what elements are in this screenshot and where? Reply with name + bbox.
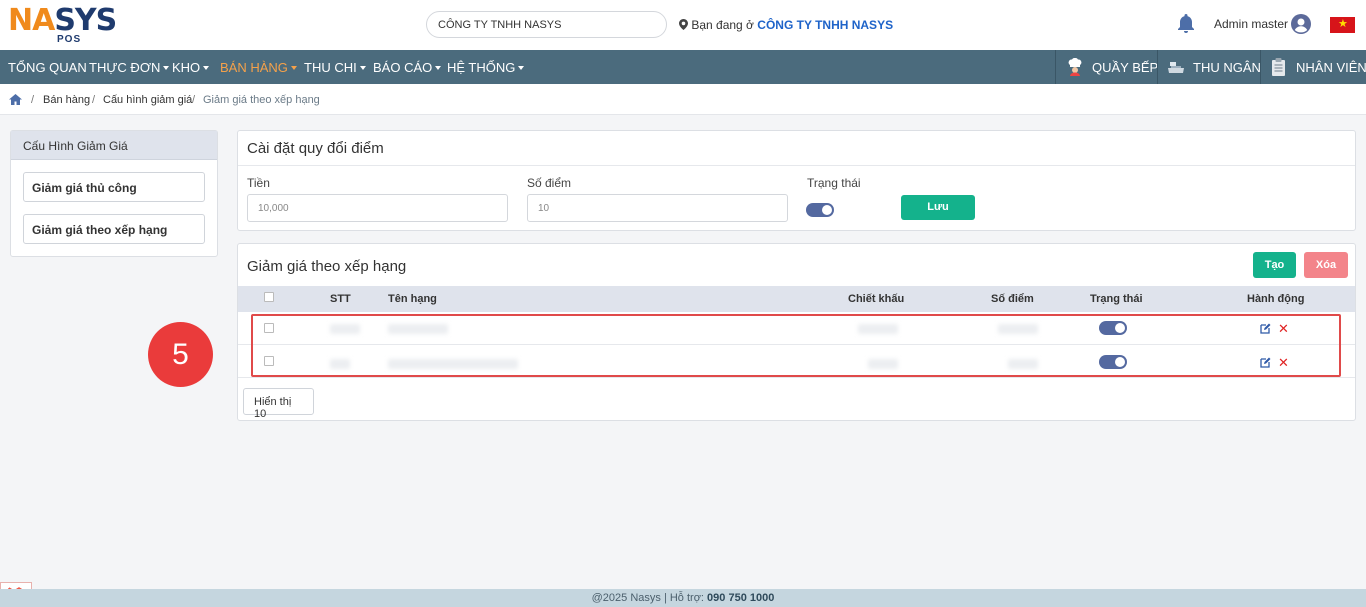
rank-table-header: STT Tên hạng Chiết khấu Số điểm Trạng th… bbox=[238, 286, 1355, 312]
nav-bao-cao-label: BÁO CÁO bbox=[373, 60, 433, 75]
page-size-button[interactable]: Hiển thị 10 bbox=[243, 388, 314, 420]
main-nav: TỔNG QUAN THỰC ĐƠN KHO BÁN HÀNG THU CHI … bbox=[0, 50, 1366, 84]
breadcrumb: / Bán hàng / Cấu hình giảm giá / Giảm gi… bbox=[0, 84, 1366, 115]
support-phone[interactable]: 090 750 1000 bbox=[707, 592, 774, 604]
nav-quay-bep[interactable]: QUẦY BẾP bbox=[1055, 50, 1159, 84]
top-header: NASYS POS CÔNG TY TNHH NASYS Bạn đang ở … bbox=[0, 0, 1366, 50]
points-status-toggle[interactable] bbox=[806, 203, 834, 217]
caret-down-icon bbox=[359, 66, 366, 70]
current-location: Bạn đang ở CÔNG TY TNHH NASYS bbox=[679, 18, 893, 32]
nav-ban-hang-label: BÁN HÀNG bbox=[220, 60, 288, 75]
delete-button[interactable]: Xóa bbox=[1304, 252, 1348, 278]
nav-quay-bep-label: QUẦY BẾP bbox=[1092, 60, 1159, 75]
company-select[interactable]: CÔNG TY TNHH NASYS bbox=[426, 11, 667, 38]
nav-kho-label: KHO bbox=[172, 60, 201, 75]
points-label: Số điểm bbox=[527, 176, 572, 190]
cashier-icon bbox=[1168, 62, 1184, 73]
col-stt: STT bbox=[330, 293, 351, 305]
col-status: Trạng thái bbox=[1090, 293, 1143, 305]
nav-thu-chi-label: THU CHI bbox=[304, 60, 357, 75]
money-label: Tiền bbox=[247, 176, 270, 190]
location-prefix: Bạn đang ở bbox=[691, 18, 754, 32]
nav-thuc-don-label: THỰC ĐƠN bbox=[89, 60, 161, 75]
create-button[interactable]: Tạo bbox=[1253, 252, 1296, 278]
caret-down-icon bbox=[163, 66, 170, 70]
nav-nhan-vien-label: NHÂN VIÊN bbox=[1296, 60, 1366, 75]
bell-icon[interactable] bbox=[1177, 14, 1195, 34]
caret-down-icon bbox=[518, 66, 525, 70]
col-actions: Hành động bbox=[1247, 293, 1305, 305]
logo-part1: NA bbox=[8, 3, 55, 38]
logo-sub: POS bbox=[57, 34, 82, 45]
save-button[interactable]: Lưu bbox=[901, 195, 975, 220]
col-rank-name: Tên hạng bbox=[388, 293, 437, 305]
footer-text: @2025 Nasys | Hỗ trợ: bbox=[591, 592, 704, 604]
points-panel-title: Cài đặt quy đổi điểm bbox=[247, 140, 384, 157]
location-company[interactable]: CÔNG TY TNHH NASYS bbox=[757, 18, 893, 32]
nav-he-thong[interactable]: HỆ THỐNG bbox=[447, 60, 525, 75]
money-input[interactable]: 10,000 bbox=[247, 194, 508, 222]
footer: @2025 Nasys | Hỗ trợ: 090 750 1000 bbox=[0, 589, 1366, 607]
chef-icon bbox=[1068, 58, 1082, 76]
nav-nhan-vien[interactable]: NHÂN VIÊN bbox=[1260, 50, 1366, 84]
rank-panel-title: Giảm giá theo xếp hạng bbox=[247, 258, 407, 275]
nav-ban-hang[interactable]: BÁN HÀNG bbox=[220, 60, 297, 75]
step-badge: 5 bbox=[148, 322, 213, 387]
caret-down-icon bbox=[435, 66, 442, 70]
nasys-logo[interactable]: NASYS POS bbox=[8, 3, 124, 46]
nav-he-thong-label: HỆ THỐNG bbox=[447, 60, 516, 75]
nav-thuc-don[interactable]: THỰC ĐƠN bbox=[89, 60, 170, 75]
breadcrumb-ban-hang[interactable]: Bán hàng bbox=[43, 94, 90, 106]
status-label: Trạng thái bbox=[807, 176, 861, 190]
col-points: Số điểm bbox=[991, 293, 1034, 305]
caret-down-icon bbox=[290, 66, 297, 70]
points-conversion-panel: Cài đặt quy đổi điểm Tiền 10,000 Số điểm… bbox=[237, 130, 1356, 231]
caret-down-icon bbox=[203, 66, 210, 70]
sidebar-item-rank-discount[interactable]: Giảm giá theo xếp hạng bbox=[23, 214, 205, 244]
highlight-box bbox=[251, 314, 1341, 377]
user-avatar-icon[interactable] bbox=[1291, 14, 1311, 34]
nav-bao-cao[interactable]: BÁO CÁO bbox=[373, 60, 442, 75]
sidebar-title: Cấu Hình Giảm Giá bbox=[11, 131, 217, 160]
nav-thu-ngan-label: THU NGÂN bbox=[1193, 60, 1261, 75]
discount-config-sidebar: Cấu Hình Giảm Giá Giảm giá thủ công Giảm… bbox=[10, 130, 218, 257]
nav-kho[interactable]: KHO bbox=[172, 60, 210, 75]
col-discount: Chiết khấu bbox=[848, 293, 905, 305]
breadcrumb-current: Giảm giá theo xếp hạng bbox=[203, 94, 320, 106]
logo-part2: SYS bbox=[54, 3, 117, 38]
sidebar-item-manual-discount[interactable]: Giảm giá thủ công bbox=[23, 172, 205, 202]
breadcrumb-cau-hinh[interactable]: Cấu hình giảm giá bbox=[103, 94, 192, 106]
clipboard-icon bbox=[1272, 58, 1285, 76]
nav-thu-chi[interactable]: THU CHI bbox=[304, 60, 366, 75]
nav-thu-ngan[interactable]: THU NGÂN bbox=[1157, 50, 1261, 84]
user-name[interactable]: Admin master bbox=[1214, 17, 1288, 31]
map-pin-icon bbox=[679, 19, 688, 30]
nav-tong-quan[interactable]: TỔNG QUAN bbox=[8, 60, 87, 75]
select-all-checkbox[interactable] bbox=[264, 292, 274, 302]
home-icon[interactable] bbox=[9, 94, 22, 105]
points-input[interactable]: 10 bbox=[527, 194, 788, 222]
vietnam-flag-icon[interactable]: ★ bbox=[1330, 17, 1355, 33]
